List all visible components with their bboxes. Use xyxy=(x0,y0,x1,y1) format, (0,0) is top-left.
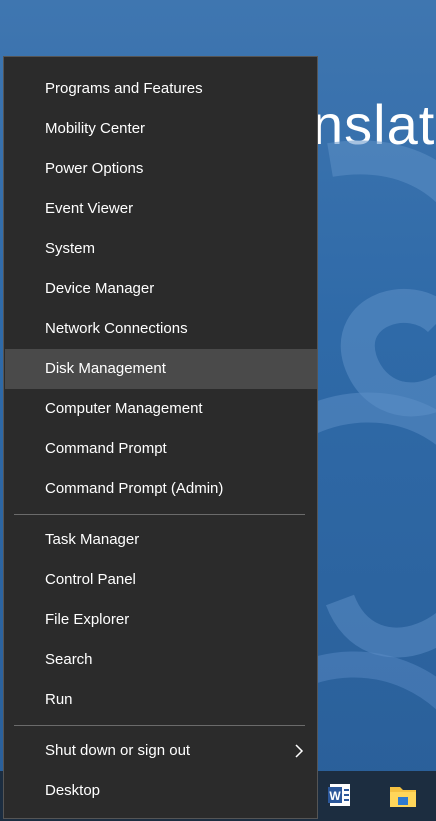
menu-item-power-options[interactable]: Power Options xyxy=(5,149,317,189)
menu-item-power-options-label: Power Options xyxy=(45,160,144,177)
svg-text:W: W xyxy=(329,789,341,803)
menu-item-shut-down-or-sign-out[interactable]: Shut down or sign out xyxy=(5,731,317,771)
file-explorer-icon[interactable] xyxy=(380,777,426,815)
menu-item-system-label: System xyxy=(45,240,96,257)
menu-item-command-prompt-admin-label: Command Prompt (Admin) xyxy=(45,480,224,497)
menu-item-device-manager[interactable]: Device Manager xyxy=(5,269,317,309)
menu-item-command-prompt-label: Command Prompt xyxy=(45,440,167,457)
menu-item-control-panel-label: Control Panel xyxy=(45,571,136,588)
menu-item-control-panel[interactable]: Control Panel xyxy=(5,560,317,600)
menu-item-file-explorer-label: File Explorer xyxy=(45,611,130,628)
menu-item-computer-management[interactable]: Computer Management xyxy=(5,389,317,429)
menu-item-run-label: Run xyxy=(45,691,73,708)
menu-item-device-manager-label: Device Manager xyxy=(45,280,155,297)
menu-item-mobility-center[interactable]: Mobility Center xyxy=(5,109,317,149)
menu-item-task-manager-label: Task Manager xyxy=(45,531,140,548)
chevron-right-icon xyxy=(295,744,304,758)
menu-divider-2 xyxy=(14,725,305,726)
menu-item-task-manager[interactable]: Task Manager xyxy=(5,520,317,560)
win-x-power-user-menu: Programs and Features Mobility Center Powe… xyxy=(3,56,318,819)
menu-divider-1 xyxy=(14,514,305,515)
menu-item-disk-management-label: Disk Management xyxy=(45,360,166,377)
word-icon[interactable]: W xyxy=(318,777,364,815)
menu-item-search[interactable]: Search xyxy=(5,640,317,680)
menu-item-system[interactable]: System xyxy=(5,229,317,269)
menu-item-command-prompt-admin[interactable]: Command Prompt (Admin) xyxy=(5,469,317,509)
menu-item-programs-and-features-label: Programs and Features xyxy=(45,80,203,97)
menu-item-command-prompt[interactable]: Command Prompt xyxy=(5,429,317,469)
menu-item-computer-management-label: Computer Management xyxy=(45,400,203,417)
menu-item-event-viewer[interactable]: Event Viewer xyxy=(5,189,317,229)
menu-item-shut-down-or-sign-out-label: Shut down or sign out xyxy=(45,742,191,759)
menu-item-mobility-center-label: Mobility Center xyxy=(45,120,146,137)
menu-item-event-viewer-label: Event Viewer xyxy=(45,200,134,217)
menu-item-file-explorer[interactable]: File Explorer xyxy=(5,600,317,640)
menu-item-desktop[interactable]: Desktop xyxy=(5,771,317,811)
menu-item-desktop-label: Desktop xyxy=(45,782,101,799)
menu-item-network-connections[interactable]: Network Connections xyxy=(5,309,317,349)
menu-item-programs-and-features[interactable]: Programs and Features xyxy=(5,69,317,109)
menu-item-network-connections-label: Network Connections xyxy=(45,320,188,337)
menu-item-search-label: Search xyxy=(45,651,93,668)
menu-item-run[interactable]: Run xyxy=(5,680,317,720)
menu-item-disk-management[interactable]: Disk Management xyxy=(5,349,317,389)
